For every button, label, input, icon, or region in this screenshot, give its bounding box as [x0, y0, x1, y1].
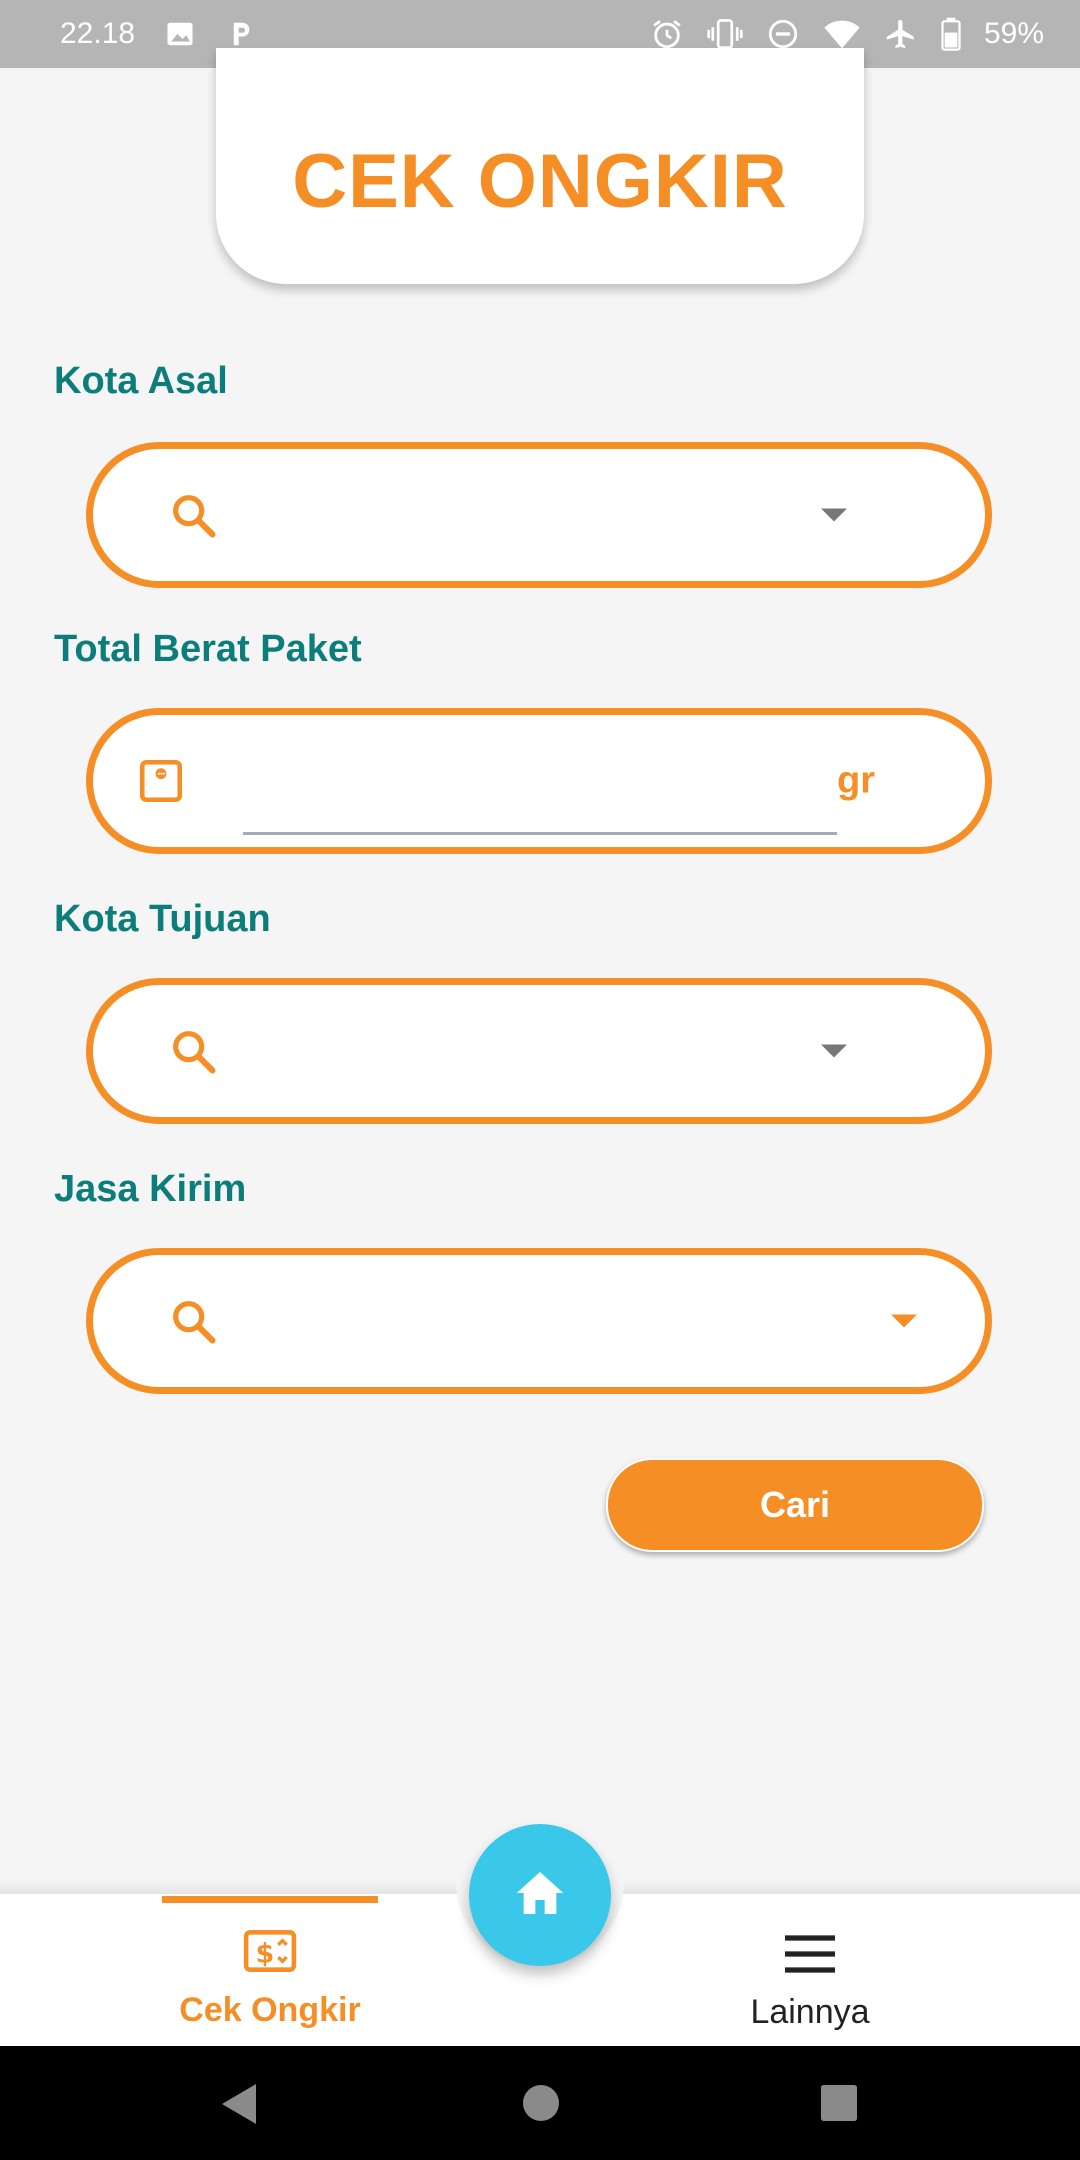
home-system-icon[interactable] — [522, 2084, 560, 2127]
active-tab-indicator — [162, 1896, 378, 1903]
system-navigation-bar — [0, 2046, 1080, 2160]
do-not-disturb-icon — [766, 17, 800, 51]
nav-item-cek-ongkir[interactable]: $ Cek Ongkir — [162, 1928, 378, 2030]
recents-icon[interactable] — [820, 2084, 858, 2127]
destination-label: Kota Tujuan — [54, 898, 271, 940]
parking-icon — [225, 19, 255, 49]
airplane-icon — [884, 17, 918, 51]
search-icon — [165, 487, 221, 543]
battery-percent: 59% — [983, 17, 1044, 50]
home-icon — [512, 1865, 568, 1926]
destination-city-dropdown[interactable] — [86, 978, 992, 1124]
weight-unit: gr — [837, 759, 875, 802]
page-title: CEK ONGKIR — [292, 138, 788, 224]
origin-city-dropdown[interactable] — [86, 442, 992, 588]
weight-field: gr — [86, 708, 992, 854]
courier-dropdown[interactable] — [86, 1248, 992, 1394]
menu-icon — [783, 1934, 837, 1979]
image-icon — [165, 19, 195, 49]
weight-label: Total Berat Paket — [54, 628, 362, 670]
origin-label: Kota Asal — [54, 360, 228, 402]
home-fab-button[interactable] — [469, 1824, 611, 1966]
nav-label-lainnya: Lainnya — [750, 1993, 870, 2031]
chevron-down-icon[interactable] — [891, 1314, 917, 1328]
alarm-icon — [650, 17, 684, 51]
scale-icon — [133, 753, 189, 809]
vibrate-icon — [706, 17, 744, 51]
battery-icon — [940, 17, 962, 51]
back-icon[interactable] — [220, 2082, 260, 2131]
wifi-icon — [822, 18, 862, 50]
status-time: 22.18 — [60, 17, 136, 50]
courier-label: Jasa Kirim — [54, 1168, 247, 1210]
chevron-down-icon[interactable] — [821, 508, 847, 522]
header-card: CEK ONGKIR — [216, 48, 864, 284]
money-icon: $ — [243, 1928, 297, 1979]
search-button[interactable]: Cari — [606, 1458, 984, 1552]
nav-label-cek-ongkir: Cek Ongkir — [179, 1991, 361, 2029]
svg-text:$: $ — [255, 1938, 274, 1969]
weight-input[interactable] — [243, 735, 837, 835]
search-icon — [165, 1023, 221, 1079]
search-icon — [165, 1293, 221, 1349]
chevron-down-icon[interactable] — [821, 1044, 847, 1058]
nav-item-lainnya[interactable]: Lainnya — [700, 1934, 920, 2032]
